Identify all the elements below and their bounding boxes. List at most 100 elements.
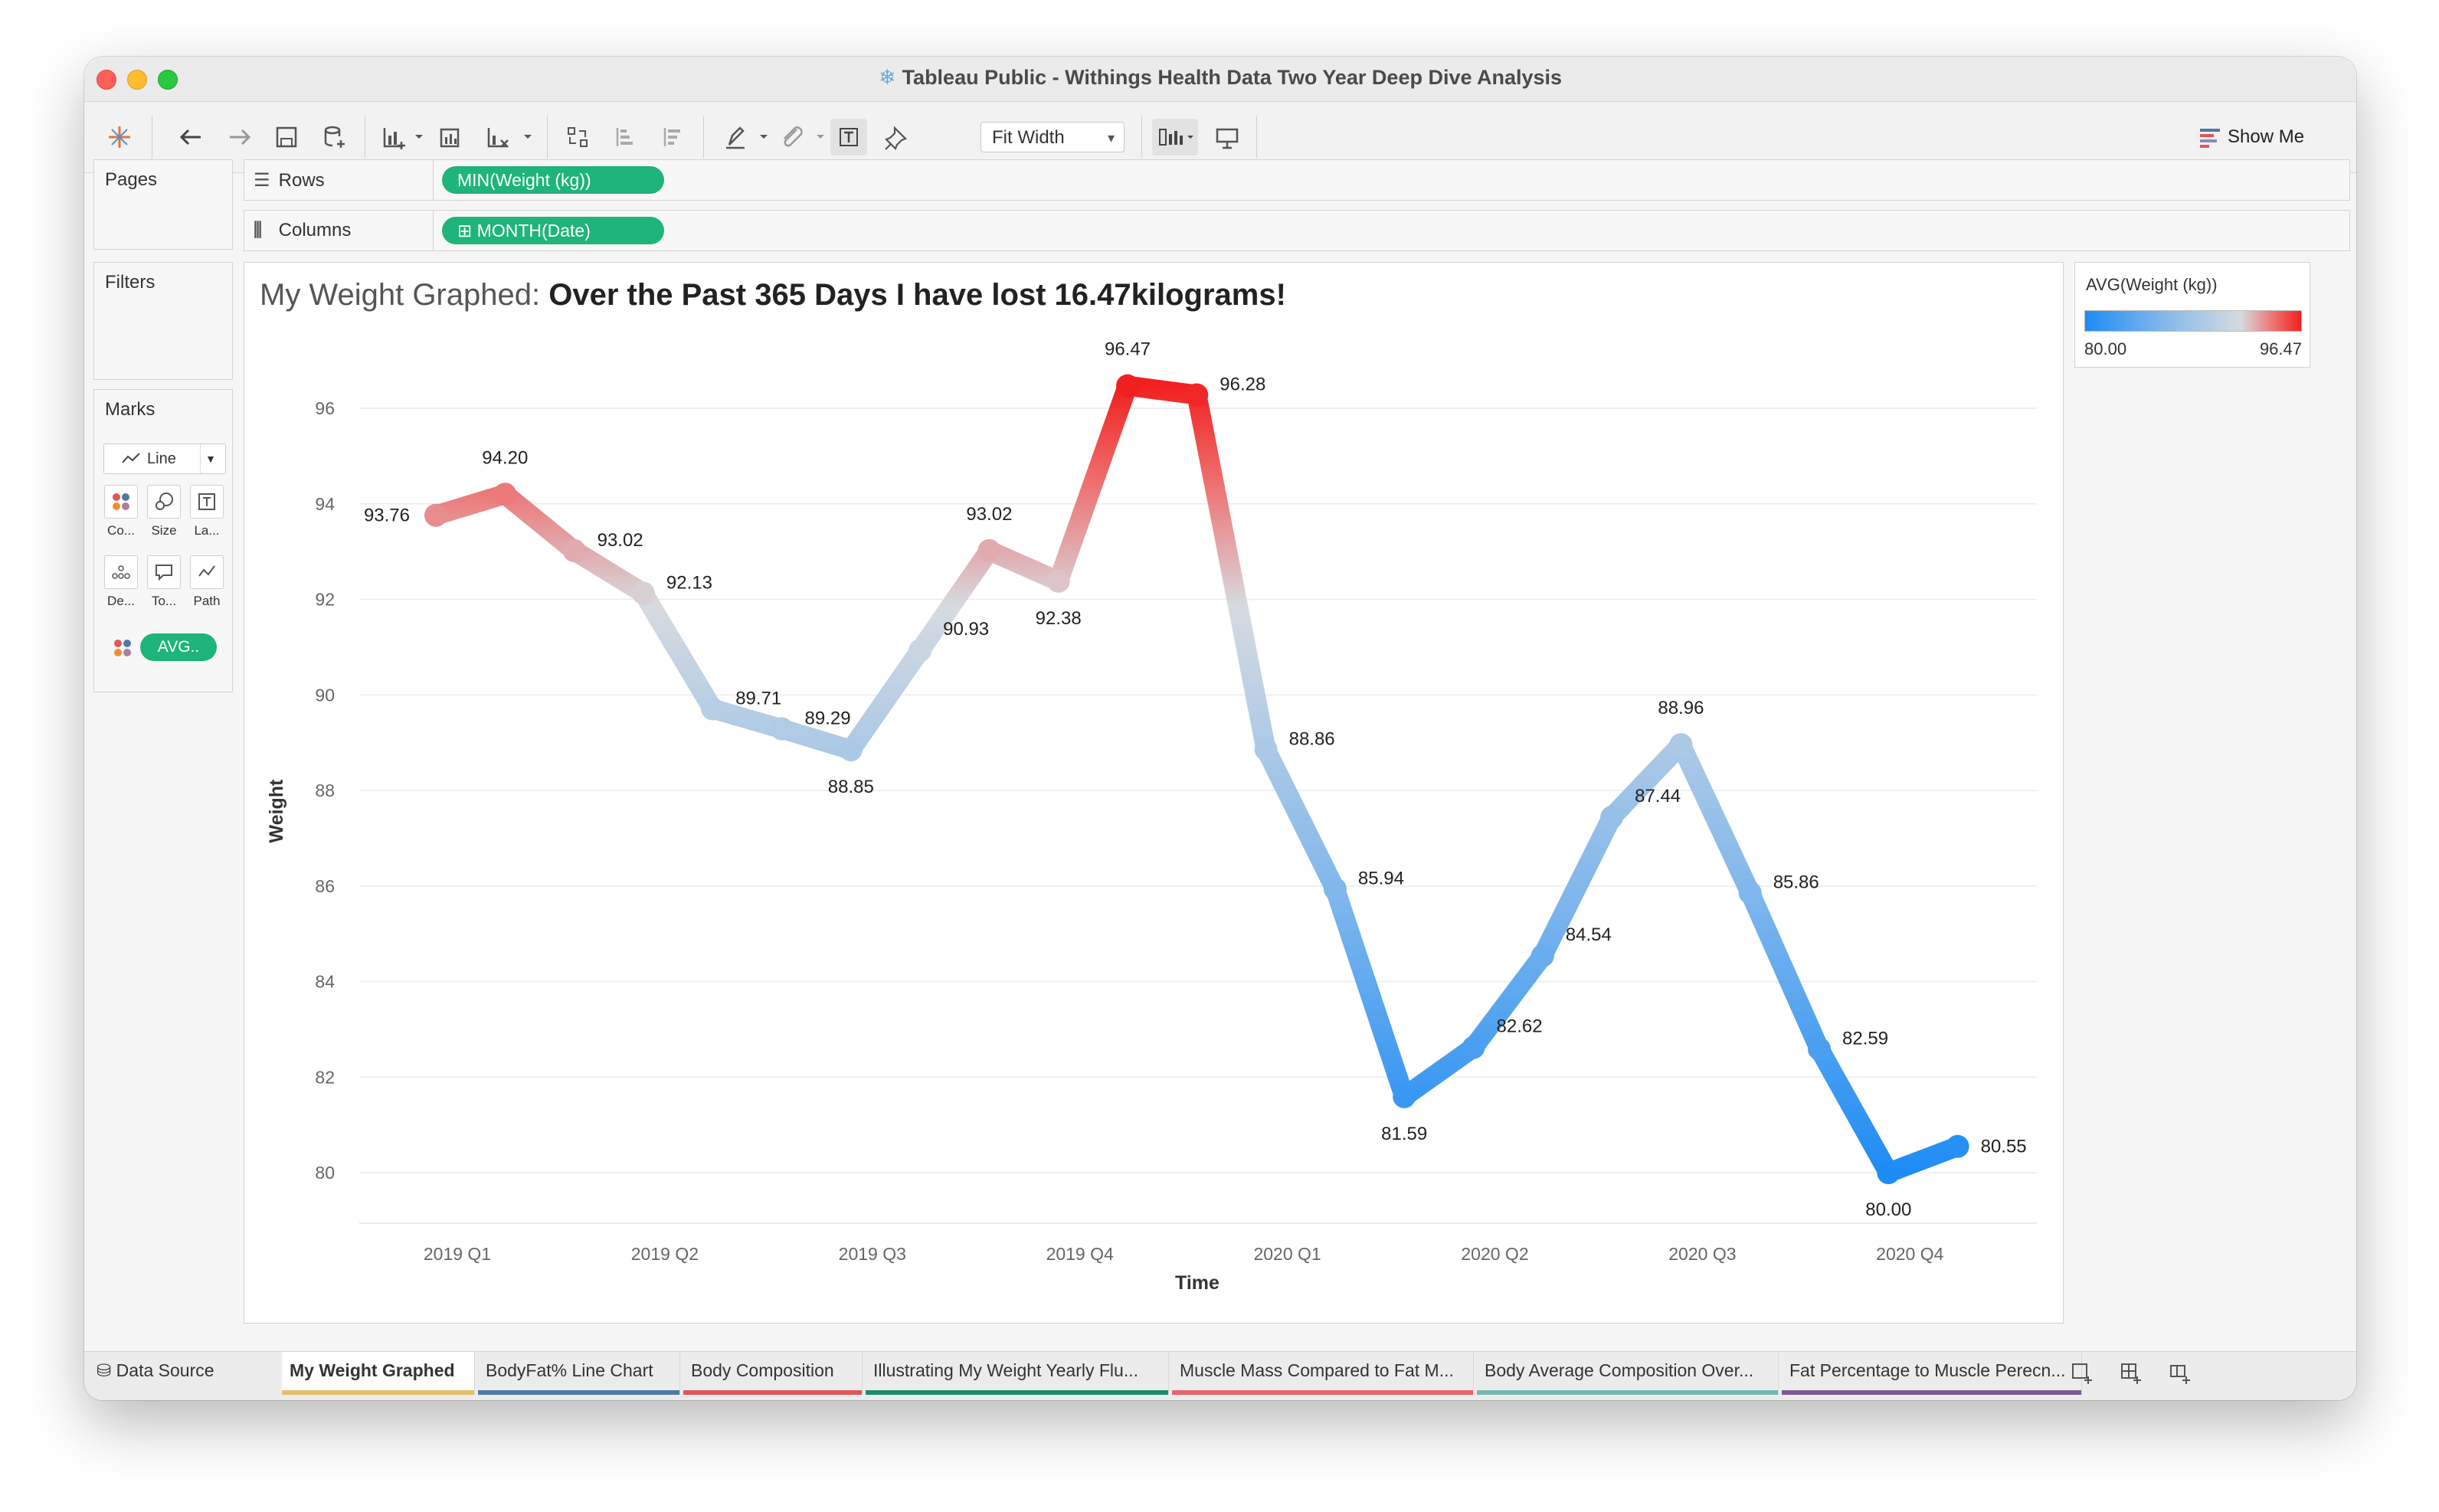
new-worksheet-icon[interactable]	[2068, 1360, 2096, 1387]
size-mark-button[interactable]: Size	[146, 485, 182, 546]
sort-descending-icon[interactable]	[654, 119, 691, 155]
swap-rows-columns-icon[interactable]	[559, 119, 596, 155]
data-point	[1531, 944, 1554, 967]
y-tick-label: 92	[315, 590, 335, 610]
y-axis-label: Weight	[266, 779, 287, 843]
data-point	[908, 639, 932, 663]
sheet-tab-label: Body Composition	[691, 1360, 834, 1380]
sort-ascending-icon[interactable]	[607, 119, 643, 155]
data-point	[424, 503, 447, 527]
rows-pill[interactable]: MIN(Weight (kg))	[442, 166, 664, 194]
clear-sheet-icon[interactable]	[480, 119, 516, 155]
data-point	[1116, 374, 1139, 398]
detail-mark-label: De...	[107, 594, 135, 608]
color-icon	[113, 493, 129, 510]
label-mark-button[interactable]: La...	[189, 485, 224, 546]
tooltip-mark-label: To...	[151, 594, 177, 608]
app-window: ❄ Tableau Public - Withings Health Data T…	[84, 57, 2356, 1400]
data-point	[1600, 805, 1624, 829]
x-axis-label: Time	[1175, 1272, 1220, 1294]
forward-arrow-icon[interactable]	[221, 119, 257, 155]
fit-select[interactable]: Fit Width ▾	[981, 122, 1125, 152]
data-point	[1185, 383, 1209, 407]
rows-shelf[interactable]: ☰ Rows MIN(Weight (kg))	[244, 159, 2350, 201]
new-worksheet-icon[interactable]	[375, 119, 412, 155]
sheet-tab-color-stripe	[866, 1390, 1168, 1395]
columns-shelf[interactable]: ⫼ Columns ⊞ MONTH(Date)	[244, 210, 2350, 251]
show-me-button[interactable]: Show Me	[2198, 122, 2304, 152]
tooltip-icon	[156, 565, 172, 581]
group-members-icon[interactable]	[774, 119, 810, 155]
path-icon	[198, 565, 215, 577]
y-tick-label: 84	[315, 972, 335, 992]
data-point	[1808, 1037, 1831, 1061]
sheet-tab[interactable]: Illustrating My Weight Yearly Flu...	[866, 1352, 1169, 1395]
presentation-mode-icon[interactable]	[1209, 119, 1246, 155]
rows-label: Rows	[278, 170, 325, 191]
save-icon[interactable]	[268, 119, 305, 155]
marks-title: Marks	[105, 399, 156, 420]
tooltip-mark-button[interactable]: To...	[146, 555, 182, 617]
back-arrow-icon[interactable]	[173, 119, 210, 155]
sheet-tab[interactable]: BodyFat% Line Chart	[478, 1352, 680, 1395]
data-label: 93.02	[966, 504, 1012, 525]
data-point	[631, 581, 655, 605]
data-point	[1946, 1134, 1969, 1158]
chevron-down-icon[interactable]	[522, 133, 533, 142]
data-label: 92.38	[1036, 608, 1082, 629]
sheet-tab-color-stripe	[683, 1390, 862, 1395]
sheet-tab[interactable]: Muscle Mass Compared to Fat M...	[1172, 1352, 1474, 1395]
fit-select-value: Fit Width	[992, 127, 1065, 148]
sheet-tab-label: Body Average Composition Over...	[1485, 1360, 1754, 1380]
viz-area: My Weight Graphed: Over the Past 365 Day…	[244, 262, 2064, 1324]
duplicate-sheet-icon[interactable]	[432, 119, 469, 155]
highlight-icon[interactable]	[717, 119, 754, 155]
pin-icon[interactable]	[878, 119, 915, 155]
data-point	[701, 697, 725, 721]
filters-shelf[interactable]: Filters	[93, 262, 233, 380]
data-label: 96.47	[1105, 339, 1151, 360]
tableau-home-icon[interactable]	[101, 119, 138, 155]
chevron-down-icon[interactable]	[758, 133, 769, 142]
show-cards-icon[interactable]	[1152, 119, 1198, 155]
window-title: Tableau Public - Withings Health Data Tw…	[902, 66, 1563, 89]
data-source-tab[interactable]: ⛁ Data Source	[97, 1352, 214, 1389]
weight-line-chart: 80 82 84 86 88 90 92 94 96 2019 Q1 2019 Q2 2019 Q3…	[266, 339, 2037, 1294]
new-dashboard-icon[interactable]	[2117, 1360, 2145, 1387]
chevron-down-icon[interactable]	[815, 133, 826, 142]
color-legend[interactable]: AVG(Weight (kg)) 80.00 96.47	[2074, 262, 2310, 368]
data-point	[770, 717, 794, 741]
data-point	[1738, 881, 1762, 905]
sheet-tab[interactable]: Body Average Composition Over...	[1477, 1352, 1779, 1395]
data-source-label: Data Source	[116, 1360, 214, 1380]
data-point	[1254, 738, 1278, 761]
legend-max: 96.47	[2259, 339, 2302, 358]
path-mark-button[interactable]: Path	[189, 555, 224, 617]
data-label: 85.86	[1773, 872, 1819, 892]
columns-icon: ⫼	[254, 220, 263, 241]
sheet-tab-label: Muscle Mass Compared to Fat M...	[1180, 1360, 1454, 1380]
columns-pill[interactable]: ⊞ MONTH(Date)	[442, 217, 664, 244]
detail-mark-button[interactable]: De...	[103, 555, 139, 617]
data-point	[493, 483, 517, 506]
data-label: 81.59	[1381, 1124, 1427, 1144]
show-me-icon	[2200, 128, 2220, 148]
data-point	[839, 738, 863, 761]
legend-gradient-bar	[2084, 310, 2302, 332]
new-data-source-icon[interactable]	[316, 119, 352, 155]
pages-shelf[interactable]: Pages	[93, 159, 233, 250]
color-field-pill[interactable]: AVG..	[140, 633, 217, 661]
chevron-down-icon[interactable]	[414, 133, 424, 142]
x-tick-label: 2019 Q4	[1046, 1244, 1114, 1264]
sheet-tab[interactable]: Fat Percentage to Muscle Perecn...	[1782, 1352, 2082, 1395]
new-story-icon[interactable]	[2166, 1360, 2194, 1387]
show-mark-labels-icon[interactable]	[830, 119, 867, 155]
mark-type-select[interactable]: Line ▼	[103, 443, 226, 474]
sheet-tab[interactable]: Body Composition	[683, 1352, 863, 1395]
y-tick-label: 96	[315, 398, 335, 418]
sheet-tab[interactable]: My Weight Graphed	[282, 1352, 475, 1395]
x-tick-label: 2020 Q2	[1461, 1244, 1528, 1264]
data-label: 84.54	[1566, 925, 1612, 945]
x-tick-label: 2019 Q3	[839, 1244, 906, 1264]
color-mark-button[interactable]: Co...	[103, 485, 139, 546]
